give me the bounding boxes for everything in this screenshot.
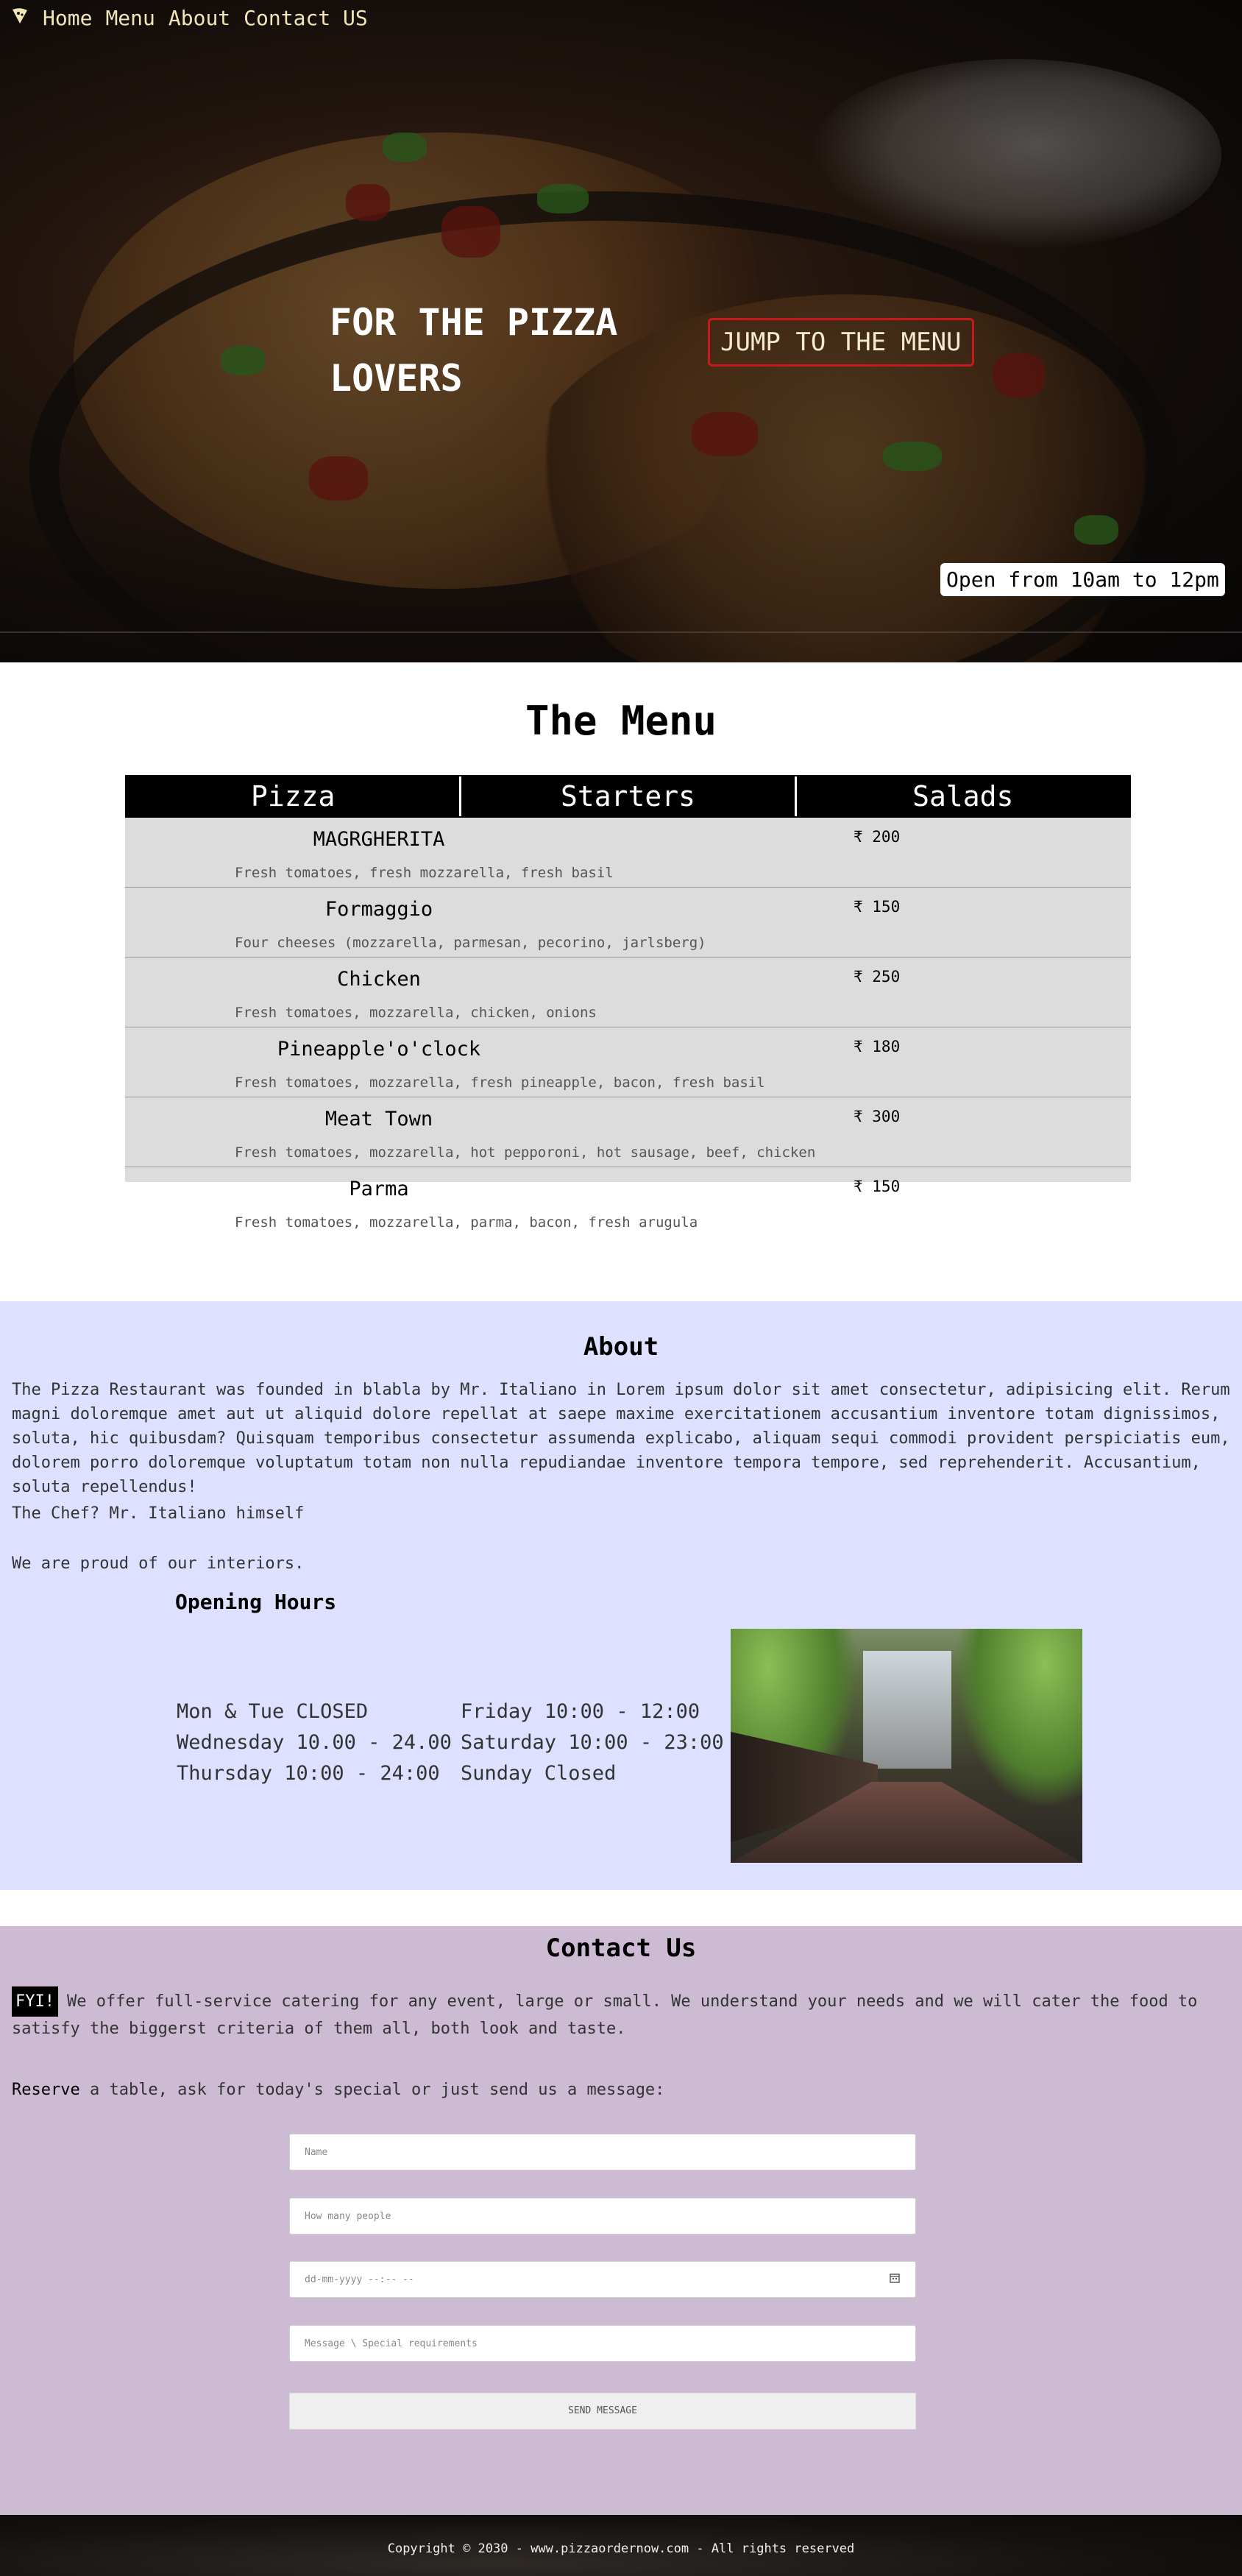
opening-hours-badge: Open from 10am to 12pm [940, 563, 1225, 596]
hours-entry: Friday 10:00 - 12:00 [461, 1700, 700, 1723]
menu-item: Pineapple'o'clock ₹ 180 Fresh tomatoes, … [125, 1027, 1131, 1097]
reserve-label: Reserve [12, 2081, 80, 2099]
people-placeholder: How many people [305, 2210, 391, 2222]
menu-item: Meat Town ₹ 300 Fresh tomatoes, mozzarel… [125, 1097, 1131, 1167]
menu-item-name: Meat Town [324, 1108, 433, 1130]
menu-title: The Menu [525, 698, 717, 744]
reserve-text: Reserve a table, ask for today's special… [12, 2081, 664, 2099]
chef-text: The Chef? Mr. Italiano himself [12, 1504, 305, 1523]
catering-description: We offer full-service catering for any e… [12, 1992, 1198, 2038]
hours-entry: Mon & Tue CLOSED [177, 1700, 369, 1723]
opening-hours-table: Mon & Tue CLOSED Friday 10:00 - 12:00 We… [177, 1699, 725, 1787]
restaurant-interior-image [731, 1629, 1082, 1863]
opening-hours-title: Opening Hours [175, 1590, 337, 1614]
tab-starters[interactable]: Starters [461, 776, 797, 816]
pizza-slice-icon[interactable] [10, 7, 29, 29]
menu-item-name: Parma [349, 1178, 409, 1200]
datetime-field[interactable]: dd-mm-yyyy --:-- -- [289, 2261, 916, 2298]
contact-title: Contact Us [545, 1933, 697, 1963]
menu-item-description: Fresh tomatoes, mozzarella, hot pepporon… [235, 1144, 816, 1161]
tab-salads[interactable]: Salads [796, 776, 1129, 816]
menu-tabs: Pizza Starters Salads [125, 775, 1131, 818]
nav-link-menu[interactable]: Menu [105, 6, 155, 30]
menu-item-price: ₹ 300 [854, 1108, 901, 1125]
reserve-description: a table, ask for today's special or just… [79, 2081, 665, 2099]
people-count-field[interactable]: How many people [289, 2198, 916, 2234]
hero-divider [0, 631, 1242, 633]
about-title: About [583, 1332, 659, 1362]
nav-link-about[interactable]: About [168, 6, 230, 30]
catering-text: FYI! We offer full-service catering for a… [12, 1986, 1233, 2041]
menu-item-price: ₹ 180 [854, 1038, 901, 1055]
message-field[interactable]: Message \ Special requirements [289, 2325, 916, 2362]
name-placeholder: Name [305, 2146, 328, 2158]
menu-item-name: Chicken [337, 968, 421, 991]
menu-item-price: ₹ 200 [854, 828, 901, 846]
fyi-tag: FYI! [12, 1986, 58, 2017]
datetime-placeholder: dd-mm-yyyy --:-- -- [305, 2274, 414, 2285]
menu-item-description: Fresh tomatoes, mozzarella, fresh pineap… [235, 1075, 765, 1091]
menu-item-price: ₹ 250 [854, 968, 901, 986]
menu-item: MAGRGHERITA ₹ 200 Fresh tomatoes, fresh … [125, 818, 1131, 888]
menu-item-description: Fresh tomatoes, mozzarella, parma, bacon… [235, 1214, 698, 1231]
section-spacer [0, 1890, 1242, 1926]
top-navigation: Home Menu About Contact US [0, 0, 368, 35]
menu-item-description: Fresh tomatoes, fresh mozzarella, fresh … [235, 865, 614, 881]
menu-item-description: Four cheeses (mozzarella, parmesan, peco… [235, 935, 706, 951]
menu-section: The Menu Pizza Starters Salads MAGRGHERI… [0, 662, 1242, 1301]
menu-item: Chicken ₹ 250 Fresh tomatoes, mozzarella… [125, 958, 1131, 1027]
menu-item: Formaggio ₹ 150 Four cheeses (mozzarella… [125, 888, 1131, 958]
tab-pizza[interactable]: Pizza [127, 776, 462, 816]
jump-to-menu-button[interactable]: JUMP TO THE MENU [708, 318, 974, 367]
name-field[interactable]: Name [289, 2134, 916, 2170]
menu-item-name: Pineapple'o'clock [277, 1038, 481, 1061]
copyright-text: Copyright © 2030 - www.pizzaordernow.com… [387, 2541, 855, 2556]
menu-item-price: ₹ 150 [854, 1178, 901, 1195]
hours-entry: Wednesday 10.00 - 24.00 [177, 1731, 452, 1754]
menu-item: Parma ₹ 150 Fresh tomatoes, mozzarella, … [125, 1167, 1131, 1237]
about-paragraph: The Pizza Restaurant was founded in blab… [12, 1381, 1230, 1496]
message-placeholder: Message \ Special requirements [305, 2338, 478, 2349]
nav-link-home[interactable]: Home [43, 6, 92, 30]
hero-section: Home Menu About Contact US FOR THE PIZZA… [0, 0, 1242, 662]
hours-entry: Saturday 10:00 - 23:00 [461, 1731, 724, 1754]
menu-item-name: MAGRGHERITA [313, 828, 445, 851]
contact-section: Contact Us FYI! We offer full-service cat… [0, 1926, 1242, 2515]
calendar-icon[interactable] [889, 2272, 901, 2287]
nav-link-contact[interactable]: Contact US [244, 6, 368, 30]
menu-item-name: Formaggio [324, 898, 433, 921]
about-section: About The Pizza Restaurant was founded i… [0, 1301, 1242, 1890]
menu-table: Pizza Starters Salads MAGRGHERITA ₹ 200 … [125, 775, 1131, 1231]
hours-entry: Sunday Closed [461, 1762, 617, 1785]
hero-title: FOR THE PIZZA LOVERS [330, 301, 618, 400]
menu-item-price: ₹ 150 [854, 898, 901, 916]
send-message-button[interactable]: SEND MESSAGE [289, 2393, 916, 2430]
interiors-text: We are proud of our interiors. [12, 1554, 305, 1573]
footer: Copyright © 2030 - www.pizzaordernow.com… [0, 2515, 1242, 2576]
hours-entry: Thursday 10:00 - 24:00 [177, 1762, 440, 1785]
menu-item-description: Fresh tomatoes, mozzarella, chicken, oni… [235, 1005, 597, 1021]
